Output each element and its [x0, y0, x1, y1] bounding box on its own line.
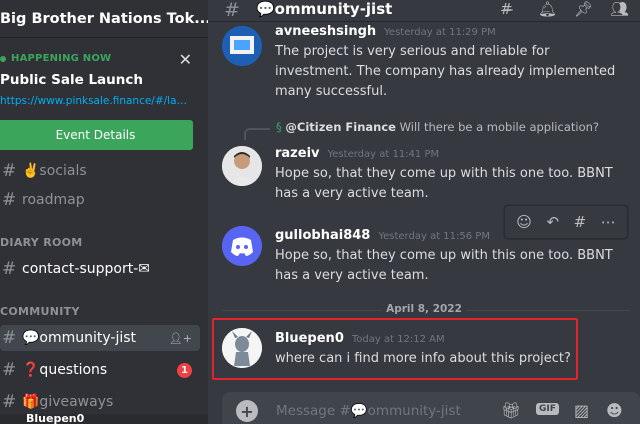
chat-area: # 💬ommunity-jist #̶ 🔔︎ 📌︎ 👥︎ avneeshsing… [208, 0, 640, 424]
upload-plus-icon[interactable]: + [236, 400, 258, 422]
emoji-icon[interactable]: ☻ [606, 401, 623, 420]
channel-socials[interactable]: # ✌️socials [0, 158, 200, 184]
gift-icon[interactable]: 🎁︎ [501, 401, 521, 420]
channel-contact-support[interactable]: # contact-support-✉ [0, 256, 200, 282]
timestamp: Today at 12:12 AM [351, 334, 445, 345]
message-input[interactable]: Message #💬ommunity-jist [276, 403, 461, 419]
avatar[interactable] [222, 146, 262, 186]
date-divider-label: April 8, 2022 [382, 303, 466, 315]
message-text: The project is very serious and reliable… [275, 44, 616, 99]
username[interactable]: gullobhai848 Yesterday at 11:56 PM [275, 228, 490, 243]
hash-icon: # [2, 328, 17, 348]
pin-icon[interactable]: 📌︎ [574, 0, 593, 18]
channel-label: 💬ommunity-jist [22, 330, 137, 346]
user-panel[interactable]: Bluepen0 [0, 412, 208, 424]
discord-logo-icon [222, 226, 262, 266]
channel-label: roadmap [22, 192, 85, 208]
event-status: HAPPENING NOW [0, 53, 111, 64]
hash-icon: # [2, 161, 17, 181]
reply-text: Will there be a mobile application? [399, 120, 599, 134]
message-text: Hope so, that they come up with this one… [275, 248, 613, 283]
sticker-icon[interactable]: ▨ [574, 401, 589, 420]
event-link-text[interactable]: https://www.pinksale.finance/#/lau... [0, 95, 192, 107]
reply-connector [244, 128, 270, 140]
avatar-image [222, 328, 262, 368]
channel-label: ❓questions [22, 362, 108, 378]
channel-label: 🎁giveaways [22, 394, 114, 410]
message-text: Hope so, that they come up with this one… [275, 166, 613, 201]
message-text: where can i find more info about this pr… [275, 351, 571, 366]
message-item: Bluepen0 Today at 12:12 AM where can i fi… [208, 326, 640, 376]
close-icon[interactable]: ✕ [179, 50, 192, 69]
event-card: HAPPENING NOW ✕ Public Sale Launch https… [0, 46, 208, 154]
channel-community-jist[interactable]: # 💬ommunity-jist 👤︎+ [0, 325, 200, 351]
channel-label: ✌️socials [22, 163, 87, 179]
timestamp: Yesterday at 11:41 PM [327, 149, 440, 160]
hash-icon: # [2, 259, 17, 279]
avatar-image [222, 26, 262, 66]
add-member-icon[interactable]: 👤︎+ [169, 332, 192, 345]
message-item: razeiv Yesterday at 11:41 PM Hope so, tha… [208, 142, 640, 206]
username[interactable]: avneeshsingh Yesterday at 11:29 PM [275, 24, 496, 39]
members-icon[interactable]: 👥︎ [610, 0, 629, 18]
gif-button[interactable]: GIF [536, 403, 559, 415]
category-diary-room[interactable]: DIARY ROOM [0, 236, 83, 249]
username-text[interactable]: gullobhai848 [275, 228, 370, 243]
username-text[interactable]: avneeshsingh [275, 24, 376, 39]
unread-badge: 1 [177, 362, 192, 378]
avatar[interactable] [222, 328, 262, 368]
hash-icon: # [224, 0, 240, 21]
reply-source-icon: § [276, 120, 282, 134]
channel-title: 💬ommunity-jist [256, 0, 393, 18]
username[interactable]: razeiv Yesterday at 11:41 PM [275, 146, 439, 161]
channel-label: contact-support-✉ [22, 261, 150, 277]
message-item: avneeshsingh Yesterday at 11:29 PM The pr… [208, 22, 640, 106]
current-username: Bluepen0 [26, 412, 85, 424]
event-status-label: HAPPENING NOW [11, 53, 112, 64]
username[interactable]: Bluepen0 Today at 12:12 AM [275, 331, 445, 346]
event-details-button[interactable]: Event Details [0, 120, 193, 150]
server-header[interactable]: Big Brother Nations Tok... ⌄ [0, 0, 208, 38]
bell-icon[interactable]: 🔔︎ [538, 0, 557, 18]
avatar-image [222, 146, 262, 186]
username-text[interactable]: razeiv [275, 146, 320, 161]
server-name: Big Brother Nations Tok... [0, 10, 208, 27]
hash-icon: # [2, 190, 17, 210]
avatar[interactable] [222, 26, 262, 66]
channel-roadmap[interactable]: # roadmap [0, 187, 200, 213]
channel-sidebar: Big Brother Nations Tok... ⌄ HAPPENING N… [0, 0, 208, 424]
event-title: Public Sale Launch [0, 72, 143, 88]
message-composer[interactable]: + Message #💬ommunity-jist 🎁︎ GIF ▨ ☻ [222, 392, 640, 424]
channel-header: # 💬ommunity-jist #̶ 🔔︎ 📌︎ 👥︎ [208, 0, 640, 22]
category-community[interactable]: COMMUNITY [0, 305, 80, 318]
live-dot-icon [0, 55, 6, 62]
hash-icon: # [2, 392, 17, 412]
timestamp: Yesterday at 11:56 PM [378, 231, 490, 242]
hash-icon: # [2, 360, 17, 380]
message-item: gullobhai848 Yesterday at 11:56 PM Hope s… [208, 224, 640, 288]
timestamp: Yesterday at 11:29 PM [384, 27, 496, 38]
username-text[interactable]: Bluepen0 [275, 331, 344, 346]
threads-icon[interactable]: #̶ [500, 0, 513, 18]
avatar[interactable] [222, 226, 262, 266]
event-link[interactable]: https://www.pinksale.finance/#/lau... [0, 95, 192, 107]
channel-questions[interactable]: # ❓questions 1 [0, 357, 200, 383]
reply-preview[interactable]: § @Citizen Finance Will there be a mobil… [276, 120, 599, 134]
reply-user[interactable]: @Citizen Finance [285, 120, 396, 134]
